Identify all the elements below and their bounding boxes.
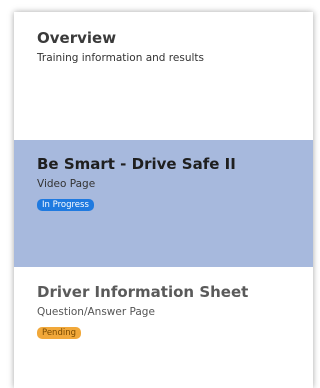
training-steps-panel: Overview Training information and result… bbox=[14, 12, 313, 388]
item-title: Overview bbox=[37, 29, 117, 47]
nav-item-be-smart-drive-safe[interactable]: Be Smart - Drive Safe II Video Page In P… bbox=[14, 140, 313, 267]
screen: Overview Training information and result… bbox=[0, 0, 320, 388]
item-subtitle: Training information and results bbox=[37, 52, 204, 64]
status-badge-pending: Pending bbox=[37, 327, 81, 339]
nav-item-overview[interactable]: Overview Training information and result… bbox=[14, 12, 313, 140]
item-title: Be Smart - Drive Safe II bbox=[37, 155, 236, 173]
status-badge-in-progress: In Progress bbox=[37, 199, 94, 211]
nav-item-driver-information-sheet[interactable]: Driver Information Sheet Question/Answer… bbox=[14, 267, 313, 388]
item-title: Driver Information Sheet bbox=[37, 283, 249, 301]
item-subtitle: Video Page bbox=[37, 178, 96, 190]
item-subtitle: Question/Answer Page bbox=[37, 306, 155, 318]
